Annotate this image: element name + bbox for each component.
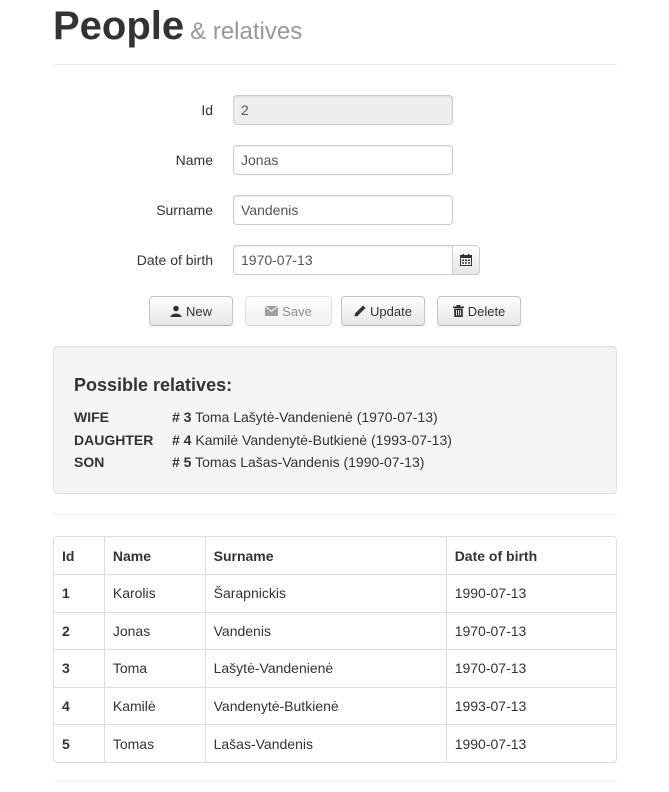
name-label: Name — [175, 152, 213, 168]
people-table: Id Name Surname Date of birth 1 Karolis … — [53, 536, 617, 763]
divider — [53, 514, 617, 515]
update-button-label: Update — [370, 303, 412, 319]
dob-label: Date of birth — [136, 252, 213, 268]
cell-id: 5 — [54, 724, 104, 762]
cell-id: 3 — [54, 649, 104, 687]
relative-item: DAUGHTER # 4 Kamilė Vandenytė-Butkienė (1… — [74, 430, 452, 450]
column-header-name: Name — [103, 537, 205, 574]
column-header-surname: Surname — [204, 537, 446, 574]
name-field[interactable] — [233, 145, 453, 175]
page-subtitle: & relatives — [190, 18, 303, 45]
id-field — [233, 95, 453, 125]
form-row-id: Id — [53, 95, 617, 125]
cell-id: 2 — [54, 611, 104, 650]
relative-id: # 5 — [172, 454, 192, 470]
table-row[interactable]: 1 Karolis Šarapnickis 1990-07-13 — [54, 574, 616, 612]
page-header: People & relatives — [53, 0, 617, 65]
cell-surname: Vandenytė-Butkienė — [204, 686, 446, 725]
save-button-label: Save — [282, 303, 312, 319]
form-row-name: Name — [53, 145, 617, 175]
pencil-icon — [354, 305, 366, 317]
cell-id: 1 — [54, 574, 104, 612]
trash-icon — [452, 305, 464, 317]
cell-dob: 1970-07-13 — [445, 611, 616, 650]
surname-label: Surname — [156, 202, 213, 218]
user-icon — [170, 305, 182, 317]
relative-item: WIFE # 3 Toma Lašytė-Vandenienė (1970-07-… — [74, 407, 438, 427]
save-button[interactable]: Save — [245, 296, 332, 326]
table-row[interactable]: 5 Tomas Lašas-Vandenis 1990-07-13 — [54, 724, 616, 762]
relative-id: # 4 — [172, 432, 192, 448]
surname-field[interactable] — [233, 195, 453, 225]
new-button-label: New — [185, 303, 212, 319]
relatives-panel: Possible relatives: WIFE # 3 Toma Lašytė-… — [53, 346, 617, 494]
cell-name: Toma — [103, 649, 205, 687]
relative-type: SON — [74, 454, 105, 470]
page-title-text: People — [53, 4, 185, 48]
relative-text: Tomas Lašas-Vandenis (1990-07-13) — [195, 454, 425, 470]
cell-name: Jonas — [103, 611, 205, 650]
table-row[interactable]: 3 Toma Lašytė-Vandenienė 1970-07-13 — [54, 649, 616, 687]
cell-dob: 1990-07-13 — [445, 574, 616, 612]
relative-id: # 3 — [172, 409, 192, 425]
relative-type: DAUGHTER — [74, 432, 154, 448]
update-button[interactable]: Update — [341, 296, 425, 326]
delete-button-label: Delete — [467, 303, 506, 319]
calendar-icon — [460, 254, 472, 266]
calendar-button[interactable] — [452, 245, 480, 275]
page: People& relatives Id Name Surname Date o… — [0, 0, 669, 792]
relative-text: Kamilė Vandenytė-Butkienė (1993-07-13) — [195, 432, 452, 448]
column-header-dob: Date of birth — [445, 537, 616, 574]
cell-surname: Vandenis — [204, 611, 446, 650]
cell-name: Tomas — [103, 724, 205, 762]
table-row[interactable]: 2 Jonas Vandenis 1970-07-13 — [54, 611, 616, 650]
form-row-surname: Surname — [53, 195, 617, 225]
delete-button[interactable]: Delete — [437, 296, 521, 326]
cell-surname: Šarapnickis — [204, 574, 446, 612]
column-header-id: Id — [62, 547, 75, 564]
cell-name: Kamilė — [103, 686, 205, 725]
cell-dob: 1990-07-13 — [445, 724, 616, 762]
cell-name: Karolis — [103, 574, 205, 612]
cell-surname: Lašytė-Vandenienė — [204, 649, 446, 687]
cell-dob: 1993-07-13 — [445, 686, 616, 725]
relative-item: SON # 5 Tomas Lašas-Vandenis (1990-07-13) — [74, 452, 424, 472]
relatives-title: Possible relatives: — [74, 375, 233, 395]
cell-surname: Lašas-Vandenis — [204, 724, 446, 762]
relative-type: WIFE — [74, 409, 109, 425]
cell-dob: 1970-07-13 — [445, 649, 616, 687]
page-title: People & relatives — [53, 4, 302, 54]
new-button[interactable]: New — [149, 296, 233, 326]
dob-field[interactable] — [233, 245, 453, 275]
form-row-dob: Date of birth — [53, 245, 617, 275]
divider — [53, 780, 617, 781]
envelope-icon — [265, 306, 279, 316]
relative-text: Toma Lašytė-Vandenienė (1970-07-13) — [195, 409, 438, 425]
table-row[interactable]: 4 Kamilė Vandenytė-Butkienė 1993-07-13 — [54, 686, 616, 725]
id-label: Id — [201, 102, 213, 118]
table-header: Id Name Surname Date of birth — [54, 537, 616, 574]
cell-id: 4 — [54, 686, 104, 725]
